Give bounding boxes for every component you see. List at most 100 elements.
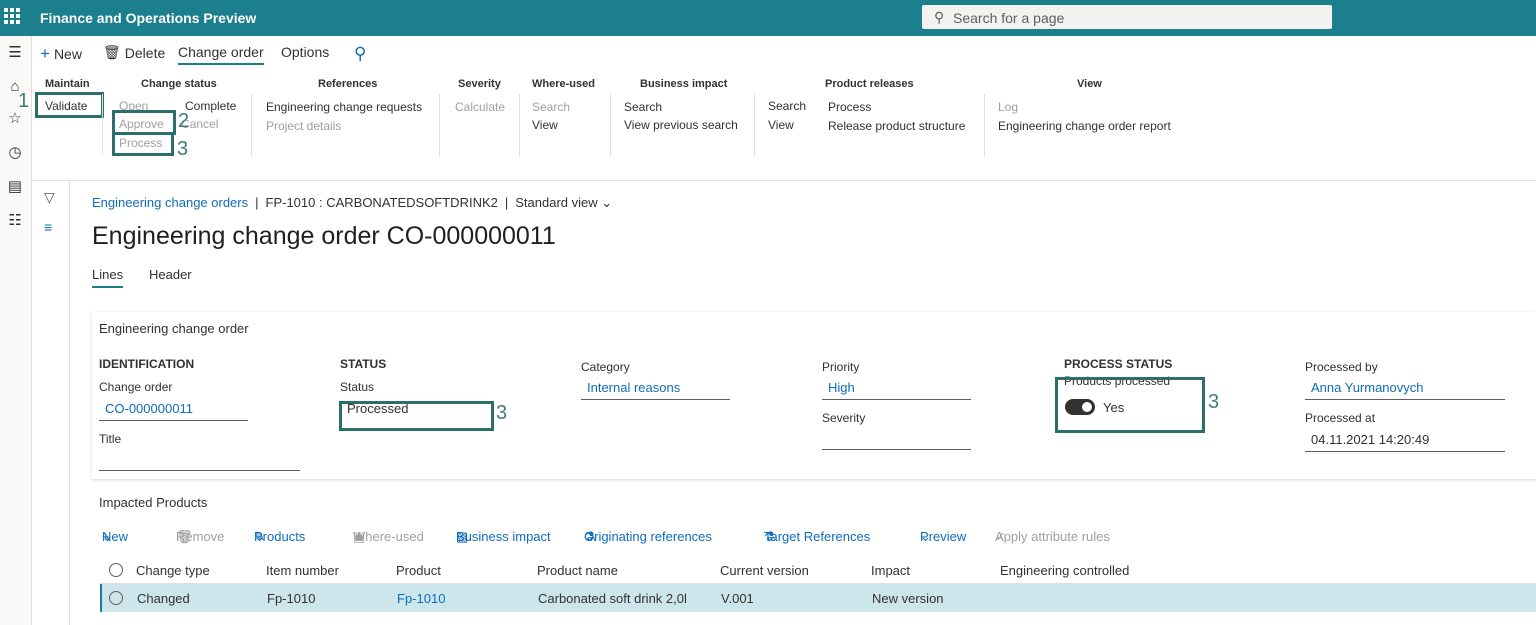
group-change-status-header: Change status xyxy=(141,78,217,90)
col-impact[interactable]: Impact xyxy=(871,563,910,578)
business-impact-search-button[interactable]: Search xyxy=(624,100,662,114)
category-field[interactable]: Internal reasons xyxy=(581,378,730,400)
breadcrumb-link[interactable]: Engineering change orders xyxy=(92,195,248,211)
tab-change-order[interactable]: Change order xyxy=(178,44,264,65)
col-change-type[interactable]: Change type xyxy=(136,563,210,578)
cell-change-type: Changed xyxy=(137,591,190,606)
chevron-down-icon: ⌄ xyxy=(601,195,613,210)
delete-button[interactable]: 🗑 Delete xyxy=(103,44,165,61)
divider xyxy=(439,94,440,156)
view-selector[interactable]: Standard view ⌄ xyxy=(515,195,612,211)
cell-product-name: Carbonated soft drink 2,0l xyxy=(538,591,687,606)
app-launcher-icon[interactable] xyxy=(4,8,20,24)
recent-clock-icon[interactable]: ◷ xyxy=(4,142,26,164)
col-product[interactable]: Product xyxy=(396,563,441,578)
workspaces-icon[interactable]: ▤ xyxy=(4,176,26,198)
breadcrumb: Engineering change orders | FP-1010 : CA… xyxy=(92,195,613,211)
chevron-down-icon: ⌄ xyxy=(584,529,595,544)
chevron-down-icon: ⌄ xyxy=(254,529,265,544)
group-where-used-header: Where-used xyxy=(532,78,595,90)
annotation-box-3 xyxy=(112,132,174,156)
search-placeholder: Search for a page xyxy=(953,10,1065,26)
identification-heading: IDENTIFICATION xyxy=(99,357,195,371)
change-order-label: Change order xyxy=(99,380,173,394)
cell-product-link[interactable]: Fp-1010 xyxy=(397,591,445,606)
divider xyxy=(754,94,755,156)
category-label: Category xyxy=(581,360,630,374)
release-product-structure-button[interactable]: Release product structure xyxy=(828,119,965,133)
col-item-number[interactable]: Item number xyxy=(266,563,339,578)
top-bar: Finance and Operations Preview ⚲ Search … xyxy=(0,0,1536,36)
where-used-search-button[interactable]: Search xyxy=(532,100,570,114)
divider xyxy=(102,94,103,154)
plus-icon: + xyxy=(40,44,50,63)
where-used-view-button[interactable]: View xyxy=(532,118,558,132)
trash-icon: 🗑 xyxy=(103,44,121,60)
group-maintain-header: Maintain xyxy=(45,78,90,90)
processed-by-label: Processed by xyxy=(1305,360,1378,374)
log-button[interactable]: Log xyxy=(998,100,1018,114)
product-releases-view-button[interactable]: View xyxy=(768,118,794,132)
product-releases-search-button[interactable]: Search xyxy=(768,99,806,113)
tab-options[interactable]: Options xyxy=(281,44,329,60)
ecr-link[interactable]: Engineering change requests xyxy=(266,100,422,114)
annotation-number-3: 3 xyxy=(177,138,189,160)
priority-field[interactable]: High xyxy=(822,378,971,400)
tab-header[interactable]: Header xyxy=(149,267,192,282)
filter-icon[interactable]: ▽ xyxy=(44,189,55,206)
complete-button[interactable]: Complete xyxy=(185,99,236,113)
row-select-radio[interactable] xyxy=(109,591,123,605)
annotation-box-4 xyxy=(339,401,494,431)
severity-field[interactable] xyxy=(822,428,971,450)
annotation-number-2: 2 xyxy=(178,110,190,132)
cell-current-version: V.001 xyxy=(721,591,754,606)
annotation-box-5 xyxy=(1055,377,1205,433)
col-product-name[interactable]: Product name xyxy=(537,563,618,578)
page-search-input[interactable]: ⚲ Search for a page xyxy=(922,5,1332,29)
priority-label: Priority xyxy=(822,360,860,374)
process-status-heading: PROCESS STATUS xyxy=(1064,357,1173,371)
divider xyxy=(984,94,985,156)
filter-pane: ▽ ≡ xyxy=(32,181,70,625)
processed-by-field[interactable]: Anna Yurmanovych xyxy=(1305,378,1505,400)
ecr-report-button[interactable]: Engineering change order report xyxy=(998,119,1171,133)
divider xyxy=(519,94,520,156)
calculate-button[interactable]: Calculate xyxy=(455,100,505,114)
title-field[interactable] xyxy=(99,449,300,471)
group-severity-header: Severity xyxy=(458,78,501,90)
nav-rail: ☰ ⌂ ☆ ◷ ▤ ☷ xyxy=(0,36,32,625)
hamburger-menu-icon[interactable]: ☰ xyxy=(4,42,26,64)
tab-lines[interactable]: Lines xyxy=(92,267,124,288)
annotation-number-4: 3 xyxy=(496,402,508,424)
action-pane: + New 🗑 Delete Change order Options ⚲ Main… xyxy=(18,36,1536,181)
new-button[interactable]: + New xyxy=(40,44,82,64)
col-current-version[interactable]: Current version xyxy=(720,563,809,578)
table-row[interactable]: Changed Fp-1010 Fp-1010 Carbonated soft … xyxy=(100,584,1536,612)
product-releases-process-button[interactable]: Process xyxy=(828,100,871,114)
group-view-header: View xyxy=(1077,78,1102,90)
select-all-radio[interactable] xyxy=(109,563,123,577)
card-title[interactable]: Engineering change order xyxy=(99,321,249,336)
chevron-down-icon: ⌄ xyxy=(764,529,775,544)
view-previous-search-button[interactable]: View previous search xyxy=(624,118,738,132)
divider xyxy=(251,94,252,156)
action-search-icon[interactable]: ⚲ xyxy=(354,44,366,64)
cell-impact: New version xyxy=(872,591,944,606)
search-icon: ⚲ xyxy=(934,9,945,25)
col-engineering-controlled[interactable]: Engineering controlled xyxy=(1000,563,1129,578)
annotation-number-5: 3 xyxy=(1208,391,1220,413)
group-references-header: References xyxy=(318,78,378,90)
processed-at-field[interactable]: 04.11.2021 14:20:49 xyxy=(1305,430,1505,452)
change-order-field[interactable]: CO-000000011 xyxy=(99,399,248,421)
divider xyxy=(610,94,611,156)
breadcrumb-record: FP-1010 : CARBONATEDSOFTDRINK2 xyxy=(265,195,498,210)
status-heading: STATUS xyxy=(340,357,387,371)
project-details-link[interactable]: Project details xyxy=(266,119,341,133)
group-product-releases-header: Product releases xyxy=(825,78,914,90)
cell-item-number: Fp-1010 xyxy=(267,591,316,606)
list-pane-icon[interactable]: ≡ xyxy=(44,219,52,235)
processed-at-label: Processed at xyxy=(1305,411,1376,425)
severity-label: Severity xyxy=(822,411,866,425)
modules-list-icon[interactable]: ☷ xyxy=(4,210,26,232)
impacted-products-heading[interactable]: Impacted Products xyxy=(99,495,207,510)
